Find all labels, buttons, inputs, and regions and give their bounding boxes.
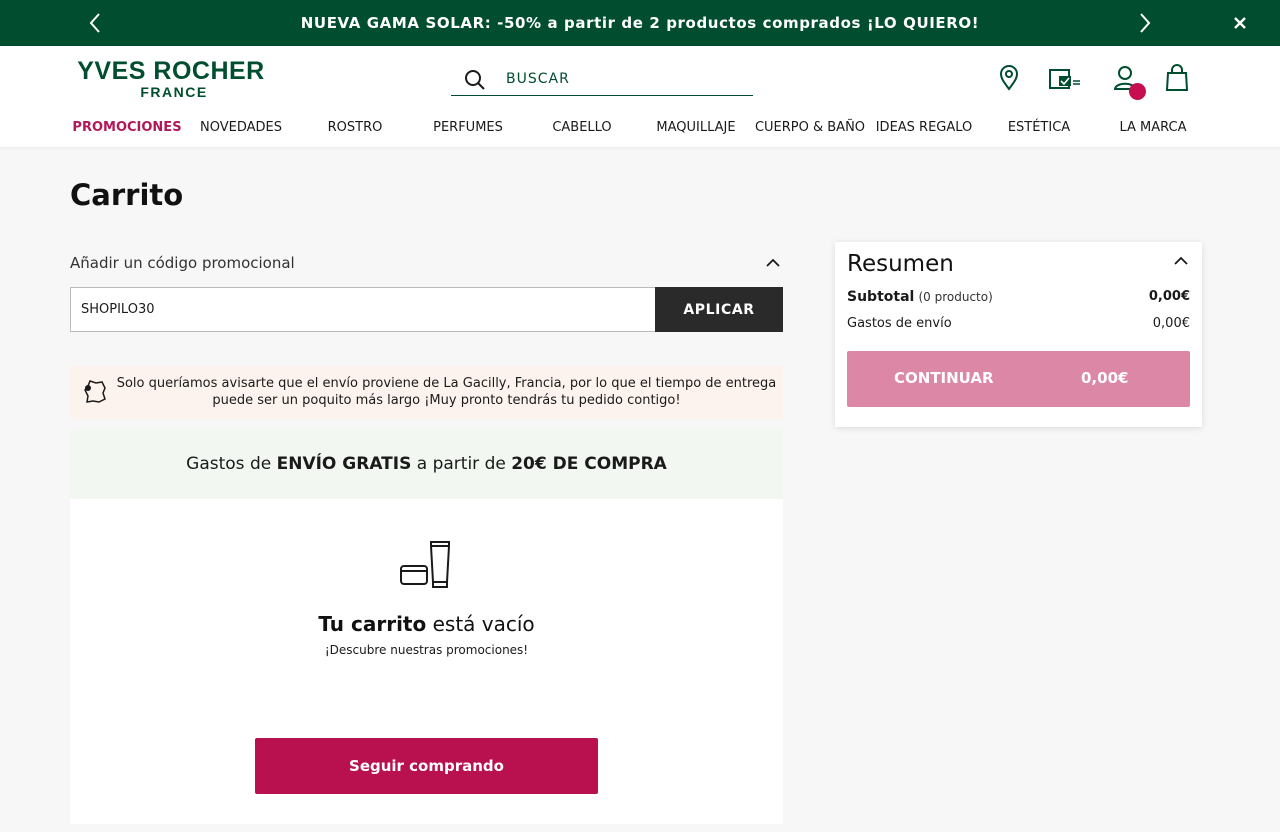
- subtotal-count: (0 producto): [918, 290, 993, 304]
- site-header: YVES ROCHER FRANCE PROMOCIONES NOVEDADES…: [0, 46, 1280, 147]
- empty-cart-headline-rest: está vacío: [426, 612, 535, 636]
- shopping-bag-icon[interactable]: [1164, 64, 1190, 92]
- page-title: Carrito: [70, 178, 184, 212]
- location-pin-icon[interactable]: [996, 64, 1022, 92]
- close-icon[interactable]: [1228, 11, 1252, 35]
- cosmetics-products-icon: [398, 539, 454, 591]
- nav-rostro[interactable]: ROSTRO: [298, 120, 412, 135]
- free-shipping-text-1: Gastos de: [186, 454, 277, 474]
- nav-cuerpo-bano[interactable]: CUERPO & BAÑO: [753, 120, 867, 135]
- summary-title: Resumen: [847, 251, 954, 277]
- apply-button[interactable]: APLICAR: [655, 287, 783, 332]
- promo-banner-text[interactable]: NUEVA GAMA SOLAR: -50% a partir de 2 pro…: [0, 0, 1280, 46]
- nav-la-marca[interactable]: LA MARCA: [1096, 120, 1210, 135]
- nav-novedades[interactable]: NOVEDADES: [184, 120, 298, 135]
- nav-maquillaje[interactable]: MAQUILLAJE: [639, 120, 753, 135]
- nav-promociones[interactable]: PROMOCIONES: [70, 120, 184, 135]
- checkout-continue-button[interactable]: CONTINUAR 0,00€: [847, 351, 1190, 407]
- free-shipping-text-2: ENVÍO GRATIS: [276, 454, 412, 474]
- shipping-row: Gastos de envío 0,00€: [847, 316, 1190, 331]
- promo-code-input[interactable]: [70, 287, 656, 332]
- nav-estetica[interactable]: ESTÉTICA: [982, 120, 1096, 135]
- logo-line1: YVES ROCHER: [77, 57, 265, 85]
- search-input[interactable]: [506, 66, 746, 92]
- subtotal-value: 0,00€: [1148, 289, 1190, 304]
- logo-line2: FRANCE: [140, 84, 208, 100]
- brand-logo[interactable]: YVES ROCHER FRANCE: [73, 58, 269, 100]
- checkout-continue-total: 0,00€: [1081, 369, 1129, 387]
- checkout-continue-label: CONTINUAR: [894, 369, 994, 387]
- empty-cart-headline: Tu carrito está vacío: [70, 612, 783, 636]
- subtotal-label: Subtotal: [847, 289, 915, 305]
- shipping-label: Gastos de envío: [847, 316, 952, 331]
- cart-notification-dot: [1129, 83, 1146, 100]
- nav-ideas-regalo[interactable]: IDEAS REGALO: [867, 120, 981, 135]
- nav-perfumes[interactable]: PERFUMES: [411, 120, 525, 135]
- shipping-value: 0,00€: [1152, 316, 1190, 331]
- search-icon[interactable]: [463, 68, 487, 92]
- shipping-origin-notice: Solo queríamos avisarte que el envío pro…: [70, 366, 783, 419]
- continue-shopping-button[interactable]: Seguir comprando: [255, 738, 598, 794]
- chevron-right-icon[interactable]: [1132, 11, 1156, 35]
- free-shipping-banner: Gastos de ENVÍO GRATIS a partir de 20€ D…: [70, 429, 783, 499]
- free-shipping-text-4: 20€ DE COMPRA: [511, 454, 667, 474]
- promo-code-label[interactable]: Añadir un código promocional: [70, 254, 295, 272]
- france-map-icon: [82, 378, 108, 406]
- main-nav: PROMOCIONES NOVEDADES ROSTRO PERFUMES CA…: [70, 120, 1210, 138]
- summary-collapse-icon[interactable]: [1172, 252, 1190, 270]
- empty-cart-subtext: ¡Descubre nuestras promociones!: [324, 643, 529, 657]
- subtotal-row: Subtotal (0 producto) 0,00€: [847, 289, 1190, 305]
- free-shipping-text-3: a partir de: [411, 454, 512, 474]
- nav-cabello[interactable]: CABELLO: [525, 120, 639, 135]
- empty-cart-headline-bold: Tu carrito: [318, 612, 427, 636]
- search-bar: [451, 64, 753, 96]
- order-summary: Resumen Subtotal (0 producto) 0,00€ Gast…: [835, 242, 1202, 427]
- empty-cart-panel: Tu carrito está vacío ¡Descubre nuestras…: [70, 499, 783, 824]
- promo-banner: NUEVA GAMA SOLAR: -50% a partir de 2 pro…: [0, 0, 1280, 46]
- wallet-icon[interactable]: [1047, 64, 1083, 92]
- notice-text: Solo queríamos avisarte que el envío pro…: [116, 376, 777, 408]
- chevron-up-icon[interactable]: [764, 254, 782, 272]
